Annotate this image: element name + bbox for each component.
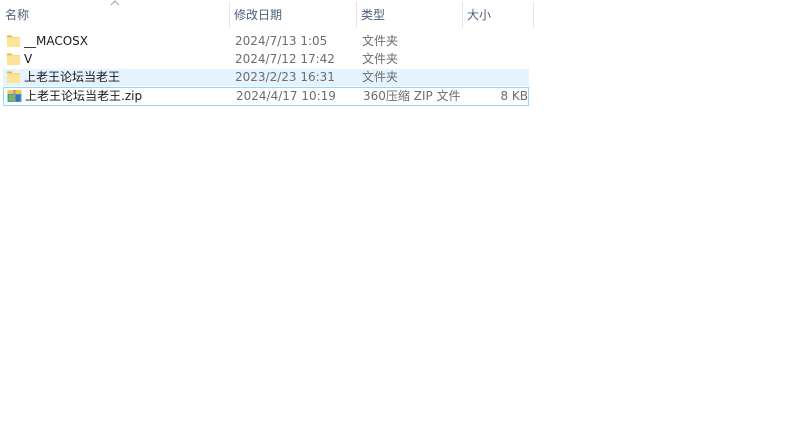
file-date: 2023/2/23 16:31 <box>235 70 335 84</box>
file-date: 2024/4/17 10:19 <box>236 89 336 103</box>
file-name: 上老王论坛当老王 <box>24 70 121 84</box>
file-row[interactable]: __MACOSX 2024/7/13 1:05 文件夹 <box>3 33 529 50</box>
file-type: 文件夹 <box>362 34 399 48</box>
folder-icon <box>6 52 21 66</box>
column-header-bar: 名称 修改日期 类型 大小 <box>0 0 535 28</box>
column-header-name[interactable]: 名称 <box>0 0 229 28</box>
column-header-name-label: 名称 <box>5 8 30 22</box>
file-explorer: 名称 修改日期 类型 大小 __MACOSX 2024/7/13 1:05 文件… <box>0 0 800 433</box>
file-name: 上老王论坛当老王.zip <box>25 89 143 103</box>
column-divider[interactable] <box>533 2 534 28</box>
column-header-date-label: 修改日期 <box>234 8 283 22</box>
file-size: 8 KB <box>500 89 528 103</box>
file-type: 360压缩 ZIP 文件 <box>363 89 461 103</box>
file-size <box>465 33 527 50</box>
file-size <box>465 69 527 86</box>
sort-ascending-icon <box>108 0 122 8</box>
folder-icon <box>6 70 21 84</box>
file-name: __MACOSX <box>24 34 89 48</box>
file-row[interactable]: 上老王论坛当老王 2023/2/23 16:31 文件夹 <box>3 69 529 86</box>
column-header-size-label: 大小 <box>467 8 492 22</box>
file-date: 2024/7/13 1:05 <box>235 34 328 48</box>
column-header-type[interactable]: 类型 <box>356 0 462 28</box>
column-header-date[interactable]: 修改日期 <box>229 0 356 28</box>
column-header-type-label: 类型 <box>361 8 386 22</box>
zip-archive-icon <box>7 89 22 103</box>
file-type: 文件夹 <box>362 52 399 66</box>
file-size <box>465 51 527 68</box>
file-row[interactable]: 上老王论坛当老王.zip 2024/4/17 10:19 360压缩 ZIP 文… <box>3 87 529 106</box>
folder-icon <box>6 34 21 48</box>
column-header-size[interactable]: 大小 <box>462 0 533 28</box>
file-type: 文件夹 <box>362 70 399 84</box>
file-row[interactable]: V 2024/7/12 17:42 文件夹 <box>3 51 529 68</box>
file-date: 2024/7/12 17:42 <box>235 52 335 66</box>
file-name: V <box>24 52 33 66</box>
